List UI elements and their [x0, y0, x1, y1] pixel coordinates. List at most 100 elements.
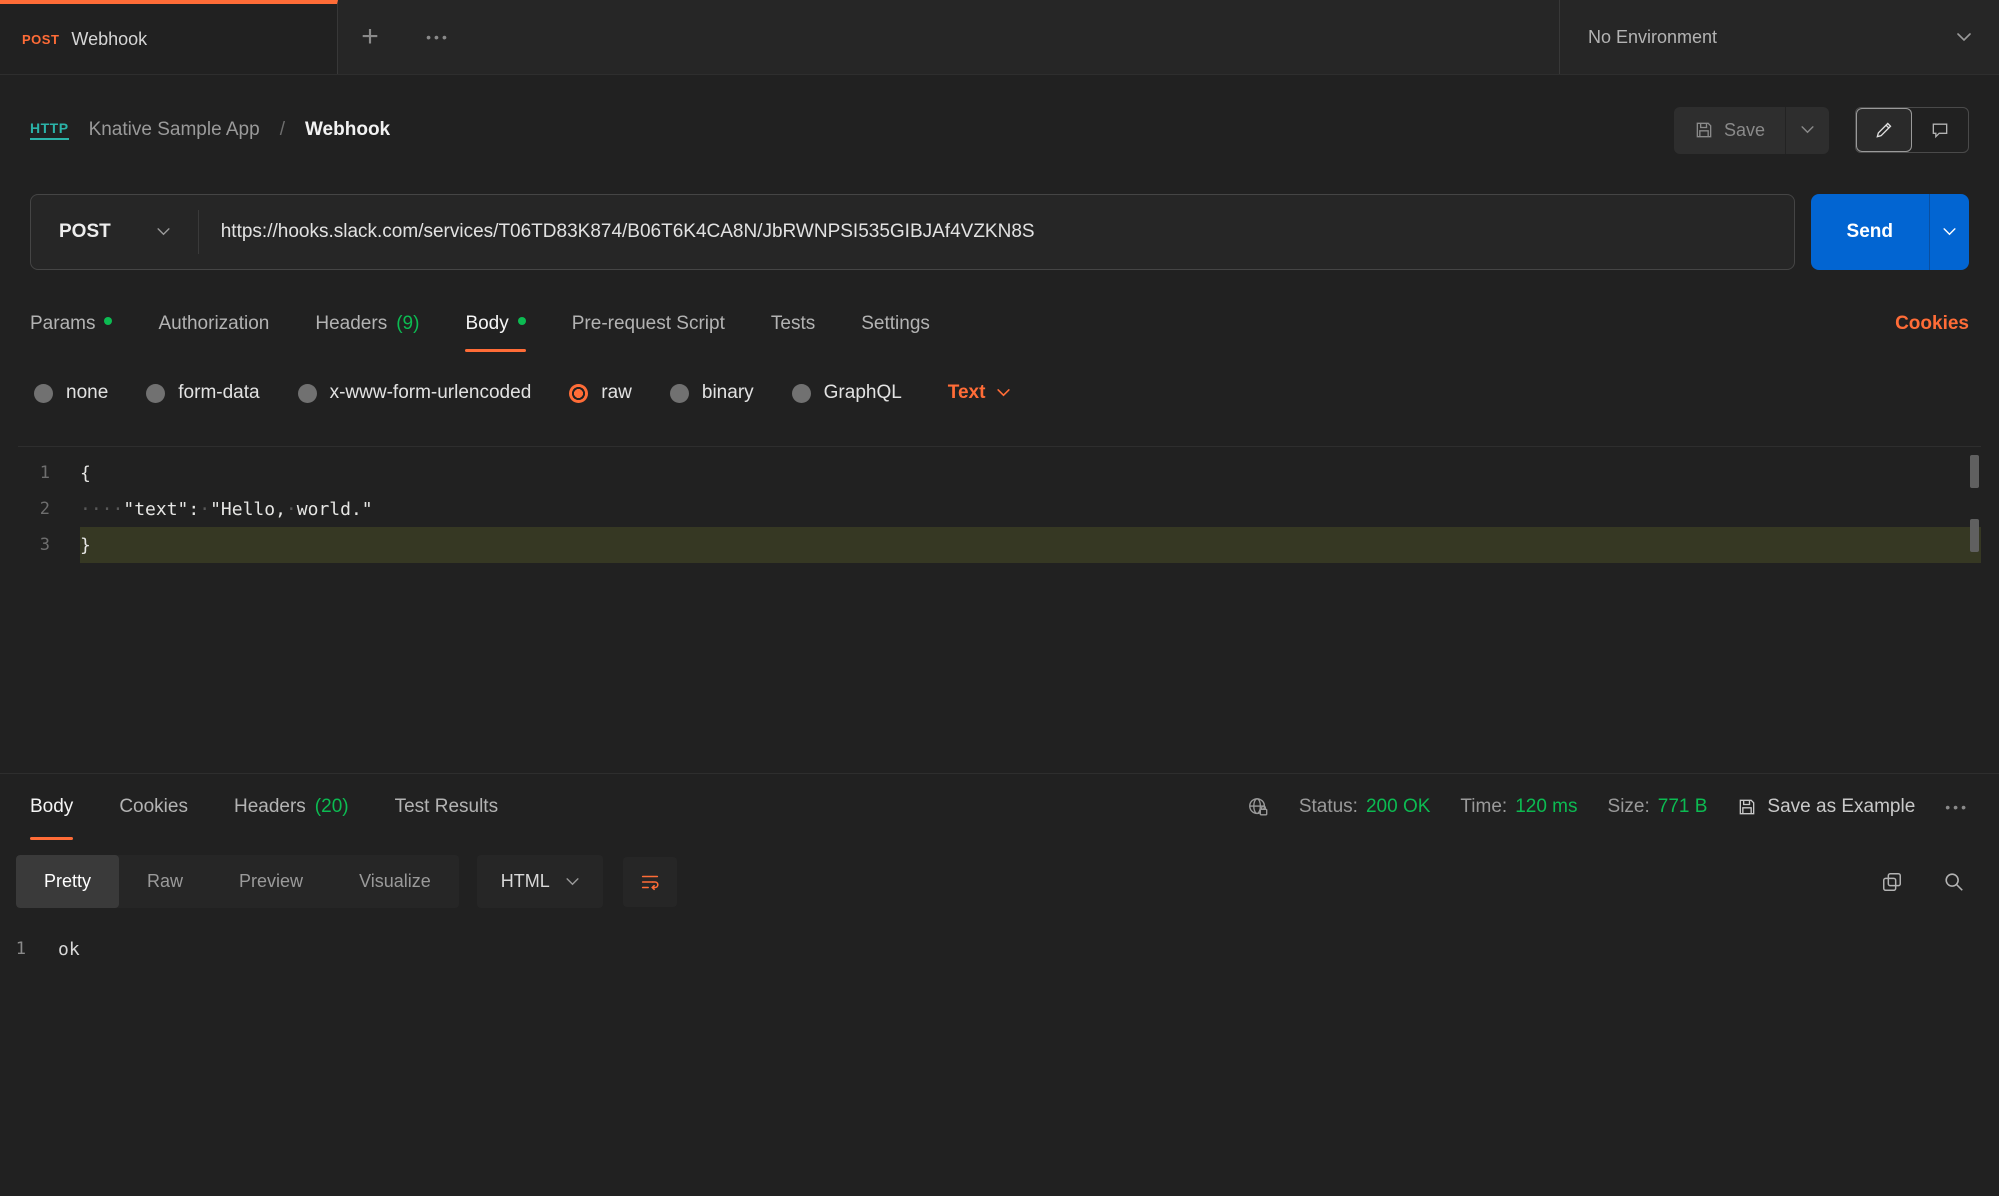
request-actions-group	[1855, 107, 1969, 153]
response-tab-body-label: Body	[30, 796, 73, 818]
tab-body-label: Body	[465, 313, 508, 335]
mode-raw[interactable]: Raw	[119, 855, 211, 908]
chevron-down-icon	[1957, 33, 1971, 42]
status-value: 200 OK	[1366, 796, 1430, 818]
editor-code: {	[80, 463, 91, 484]
cookies-link[interactable]: Cookies	[1895, 295, 1969, 352]
tab-authorization-label: Authorization	[158, 313, 269, 335]
status-badge: Status: 200 OK	[1299, 796, 1431, 818]
tab-settings[interactable]: Settings	[861, 295, 930, 352]
status-label: Status:	[1299, 796, 1358, 818]
tab-title: Webhook	[71, 29, 147, 50]
tab-pre-request-script[interactable]: Pre-request Script	[572, 295, 725, 352]
request-tabs: Params Authorization Headers (9) Body Pr…	[0, 295, 1999, 352]
editor-code: }	[80, 535, 91, 556]
method-selector[interactable]: POST	[31, 195, 198, 269]
tab-authorization[interactable]: Authorization	[158, 295, 269, 352]
search-icon[interactable]	[1943, 871, 1965, 893]
send-button[interactable]: Send	[1811, 194, 1929, 270]
save-button-label: Save	[1724, 120, 1765, 141]
line-number: 3	[18, 535, 80, 555]
radio-graphql-label: GraphQL	[824, 382, 902, 404]
network-globe-icon[interactable]	[1247, 796, 1269, 818]
response-text: ok	[58, 939, 80, 960]
editor-code: "Hello,	[210, 499, 286, 520]
response-tab-test-results[interactable]: Test Results	[395, 774, 498, 840]
save-options-button[interactable]	[1785, 107, 1829, 154]
save-button[interactable]: Save	[1674, 107, 1785, 154]
raw-format-selector[interactable]: Text	[948, 382, 1011, 404]
radio-form-data[interactable]: form-data	[146, 382, 259, 404]
request-body-editor[interactable]: 1 { 2 ····"text":·"Hello,·world." 3 }	[18, 446, 1981, 773]
save-split-button: Save	[1674, 107, 1829, 154]
request-tab-webhook[interactable]: POST Webhook	[0, 0, 338, 74]
radio-graphql[interactable]: GraphQL	[792, 382, 902, 404]
scrollbar-thumb[interactable]	[1970, 519, 1979, 552]
mode-preview[interactable]: Preview	[211, 855, 331, 908]
send-options-button[interactable]	[1929, 194, 1969, 270]
time-value: 120 ms	[1515, 796, 1577, 818]
response-tab-body[interactable]: Body	[30, 774, 73, 840]
line-number: 2	[18, 499, 80, 519]
editor-line-current: 3 }	[18, 527, 1981, 563]
http-request-type-icon: HTTP	[30, 120, 69, 140]
url-box: POST	[30, 194, 1795, 270]
radio-none[interactable]: none	[34, 382, 108, 404]
mode-visualize[interactable]: Visualize	[331, 855, 459, 908]
params-indicator-dot	[104, 317, 112, 325]
wrap-lines-toggle[interactable]	[623, 857, 677, 907]
breadcrumb-request-name[interactable]: Webhook	[305, 119, 390, 141]
response-toolbar: Pretty Raw Preview Visualize HTML	[16, 852, 1983, 911]
response-line: 1 ok	[0, 933, 1999, 965]
wrap-lines-icon	[639, 871, 661, 893]
tab-settings-label: Settings	[861, 313, 930, 335]
response-format-selector[interactable]: HTML	[477, 855, 603, 908]
tab-params[interactable]: Params	[30, 295, 112, 352]
radio-none-label: none	[66, 382, 108, 404]
breadcrumb-separator: /	[280, 119, 285, 141]
tab-options-button[interactable]: •••	[402, 0, 474, 74]
radio-circle-selected	[569, 384, 588, 403]
copy-icon[interactable]	[1881, 871, 1903, 893]
url-input[interactable]	[199, 195, 1794, 269]
size-value: 771 B	[1658, 796, 1708, 818]
tab-tests[interactable]: Tests	[771, 295, 815, 352]
environment-selector[interactable]: No Environment	[1559, 0, 1999, 74]
edit-button[interactable]	[1856, 108, 1912, 152]
request-header: HTTP Knative Sample App / Webhook Save	[0, 75, 1999, 185]
whitespace-dots: ····	[80, 499, 123, 520]
response-format-value: HTML	[501, 871, 550, 892]
radio-x-www-form-urlencoded[interactable]: x-www-form-urlencoded	[298, 382, 532, 404]
mode-pretty[interactable]: Pretty	[16, 855, 119, 908]
whitespace-dot: ·	[199, 499, 210, 520]
send-split-button: Send	[1811, 194, 1969, 270]
response-tab-cookies-label: Cookies	[119, 796, 188, 818]
response-tab-headers-label: Headers	[234, 796, 306, 818]
url-bar: POST Send	[30, 194, 1969, 270]
request-header-actions: Save	[1674, 107, 1969, 154]
response-tab-headers[interactable]: Headers (20)	[234, 774, 349, 840]
radio-raw[interactable]: raw	[569, 382, 632, 404]
radio-x-www-form-urlencoded-label: x-www-form-urlencoded	[330, 382, 532, 404]
save-as-example-button[interactable]: Save as Example	[1737, 796, 1915, 818]
scrollbar-thumb[interactable]	[1970, 455, 1979, 488]
tab-params-label: Params	[30, 313, 95, 335]
save-as-example-label: Save as Example	[1767, 796, 1915, 818]
response-body[interactable]: 1 ok	[0, 933, 1999, 965]
body-type-selector: none form-data x-www-form-urlencoded raw…	[0, 365, 1999, 421]
editor-code: "text":	[123, 499, 199, 520]
save-icon	[1694, 120, 1714, 140]
radio-circle	[146, 384, 165, 403]
editor-scrollbar	[1970, 455, 1979, 655]
response-options-button[interactable]: •••	[1945, 799, 1969, 815]
response-view-modes: Pretty Raw Preview Visualize	[16, 855, 459, 908]
radio-circle	[792, 384, 811, 403]
tab-body[interactable]: Body	[465, 295, 525, 352]
breadcrumb-collection[interactable]: Knative Sample App	[89, 119, 260, 141]
response-tab-cookies[interactable]: Cookies	[119, 774, 188, 840]
radio-raw-label: raw	[601, 382, 632, 404]
new-tab-button[interactable]: +	[338, 0, 402, 74]
comments-button[interactable]	[1912, 108, 1968, 152]
tab-headers[interactable]: Headers (9)	[315, 295, 419, 352]
radio-binary[interactable]: binary	[670, 382, 754, 404]
